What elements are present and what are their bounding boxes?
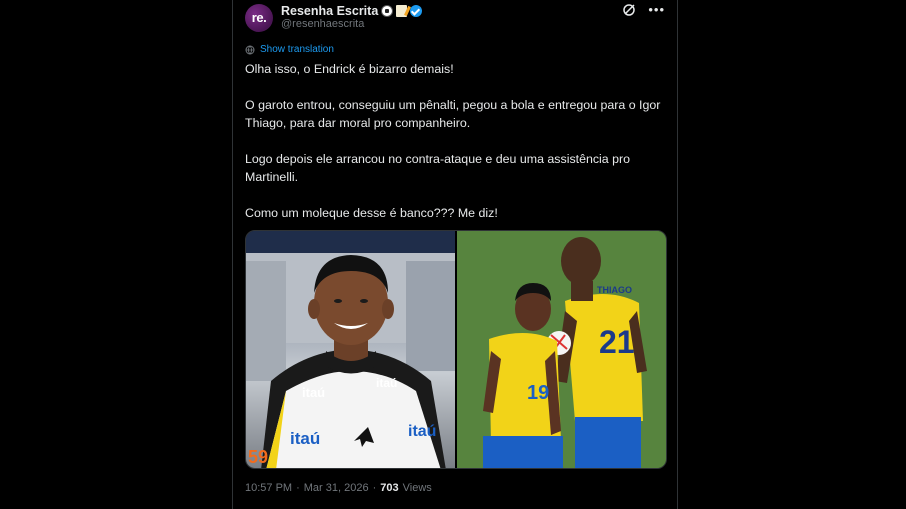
shirt-number-front: 19 xyxy=(527,382,549,404)
jacket-text-1: itaú xyxy=(302,385,325,400)
tweet-text: Olha isso, o Endrick é bizarro demais! O… xyxy=(245,60,665,240)
media-photo-penalty[interactable]: THIAGO 21 19 xyxy=(457,231,666,468)
tweet-paragraph: Logo depois ele arrancou no contra-ataqu… xyxy=(245,152,631,184)
grok-icon[interactable] xyxy=(622,3,636,17)
tweet-paragraph: Como um moleque desse é banco??? Me diz! xyxy=(245,206,498,220)
shirt-number-back: 21 xyxy=(599,324,635,360)
soccer-ball-icon xyxy=(381,5,394,17)
meta-separator: · xyxy=(372,482,377,494)
bib-text-2: itaú xyxy=(408,423,436,440)
corner-number: 59 xyxy=(248,447,268,467)
shirt-name: THIAGO xyxy=(597,285,632,295)
views-label: Views xyxy=(402,482,432,494)
meta-separator: · xyxy=(296,482,300,494)
verified-badge-icon[interactable] xyxy=(410,5,423,17)
show-translation-link[interactable]: Show translation xyxy=(245,44,334,55)
media-photo-endrick[interactable]: itaú itaú itaú itaú 59 xyxy=(246,231,455,468)
author-name-row: Resenha Escrita xyxy=(281,3,423,19)
tweet-metadata: 10:57 PM · Mar 31, 2026 · 703 Views xyxy=(245,482,432,494)
tweet-card[interactable]: re. Resenha Escrita @resenhaescrita ••• … xyxy=(232,0,678,509)
tweet-date[interactable]: Mar 31, 2026 xyxy=(304,482,369,494)
tweet-media-grid: itaú itaú itaú itaú 59 THIAGO 21 19 xyxy=(245,230,667,469)
bib-text-1: itaú xyxy=(290,429,320,448)
penalty-photo-illustration: THIAGO 21 19 xyxy=(457,231,666,468)
views-count: 703 xyxy=(380,482,399,494)
endrick-photo-illustration: itaú itaú itaú itaú 59 xyxy=(246,231,455,468)
more-options-icon[interactable]: ••• xyxy=(648,3,665,17)
author-handle[interactable]: @resenhaescrita xyxy=(281,18,364,30)
show-translation-label[interactable]: Show translation xyxy=(260,44,334,55)
display-name[interactable]: Resenha Escrita xyxy=(281,4,378,18)
globe-icon xyxy=(245,45,255,54)
tweet-paragraph: Olha isso, o Endrick é bizarro demais! xyxy=(245,62,454,76)
avatar[interactable]: re. xyxy=(245,4,273,32)
tweet-time[interactable]: 10:57 PM xyxy=(245,482,292,494)
tweet-actions-top: ••• xyxy=(622,3,665,17)
memo-icon xyxy=(396,5,408,17)
tweet-paragraph: O garoto entrou, conseguiu um pênalti, p… xyxy=(245,98,661,130)
jacket-text-2: itaú xyxy=(376,376,397,390)
page: re. Resenha Escrita @resenhaescrita ••• … xyxy=(0,0,906,509)
